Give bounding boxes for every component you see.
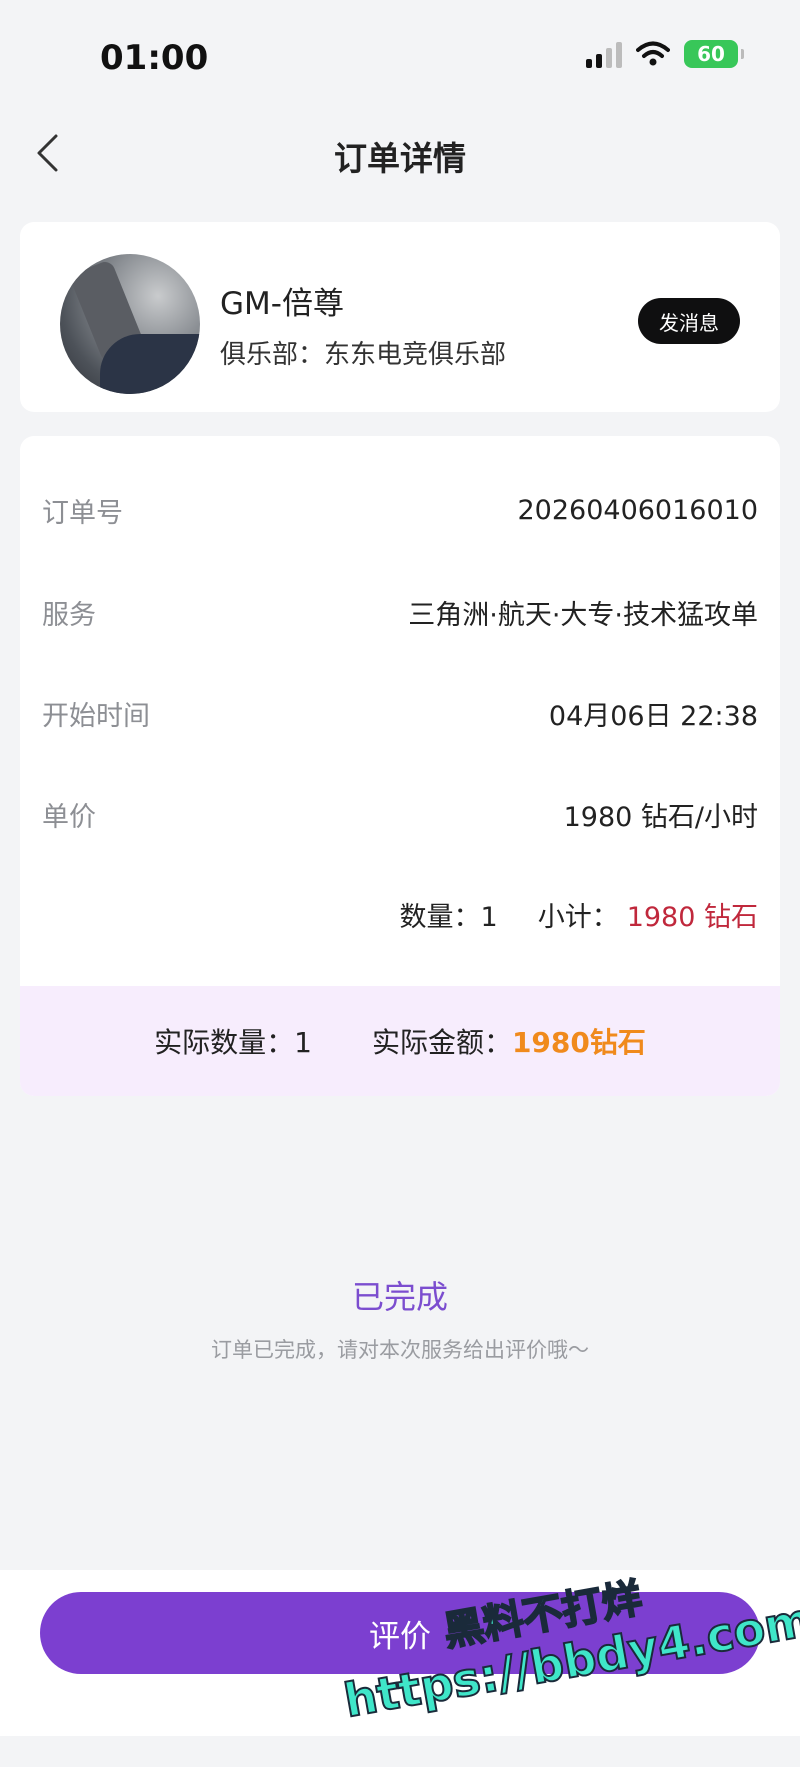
subtotal-value: 1980 钻石 <box>626 901 758 933</box>
battery-level: 60 <box>697 42 725 66</box>
review-button[interactable]: 评价 <box>40 1592 760 1674</box>
unit-price-row: 单价 1980 钻石/小时 <box>42 794 758 834</box>
order-number-row: 订单号 20260406016010 <box>42 490 758 530</box>
status-icons: 60 <box>586 40 744 68</box>
unit-price-label: 单价 <box>42 801 96 833</box>
quantity-text: 数量：1 <box>399 901 498 933</box>
bottom-action-area: 评价 <box>0 1570 800 1736</box>
service-value: 三角洲·航天·大专·技术猛攻单 <box>408 599 758 631</box>
actual-amount-label: 实际金额： <box>371 1026 512 1059</box>
quantity-subtotal-row: 数量：1 小计： 1980 钻石 <box>400 894 758 934</box>
unit-price-value: 1980 钻石/小时 <box>563 801 758 833</box>
order-status-description: 订单已完成，请对本次服务给出评价哦～ <box>211 1338 589 1362</box>
start-time-label: 开始时间 <box>42 700 150 732</box>
nav-bar: 订单详情 <box>0 110 800 200</box>
actual-amount-value: 1980钻石 <box>511 1026 646 1059</box>
order-number-value: 20260406016010 <box>517 494 759 526</box>
actual-summary-bar: 实际数量：1 实际金额： 1980钻石 <box>20 986 780 1096</box>
service-label: 服务 <box>42 599 96 631</box>
order-number-label: 订单号 <box>42 497 123 529</box>
service-row: 服务 三角洲·航天·大专·技术猛攻单 <box>42 592 758 632</box>
order-status-title: 已完成 <box>351 1278 448 1316</box>
profile-card: GM-倍尊 俱乐部：东东电竞俱乐部 发消息 <box>20 222 780 412</box>
subtotal-label: 小计： <box>537 901 619 933</box>
actual-quantity: 实际数量：1 <box>154 1026 312 1059</box>
gm-name: GM-倍尊 <box>220 286 344 322</box>
send-message-button[interactable]: 发消息 <box>638 298 740 344</box>
battery-icon: 60 <box>684 40 744 68</box>
status-time: 01:00 <box>100 38 209 78</box>
start-time-value: 04月06日 22:38 <box>548 700 758 732</box>
wifi-icon <box>636 41 670 66</box>
order-detail-card: 订单号 20260406016010 服务 三角洲·航天·大专·技术猛攻单 开始… <box>20 436 780 1096</box>
avatar[interactable] <box>60 254 200 394</box>
page-title: 订单详情 <box>334 139 466 178</box>
status-bar: 01:00 60 <box>0 0 800 110</box>
cellular-signal-icon <box>586 40 622 68</box>
start-time-row: 开始时间 04月06日 22:38 <box>42 693 758 733</box>
club-name: 俱乐部：东东电竞俱乐部 <box>220 340 507 370</box>
